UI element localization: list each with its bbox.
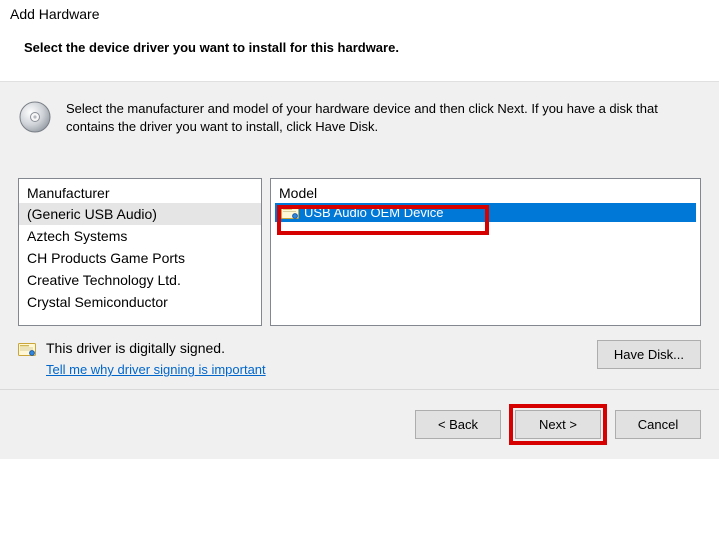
header-section: Select the device driver you want to ins… (0, 26, 719, 81)
model-list[interactable]: Model USB Audio OEM Device (270, 178, 701, 326)
manufacturer-item[interactable]: (Generic USB Audio) (19, 203, 261, 225)
manufacturer-item[interactable]: Aztech Systems (19, 225, 261, 247)
highlight-box-next: Next > (509, 404, 607, 445)
cancel-button[interactable]: Cancel (615, 410, 701, 439)
signed-row: This driver is digitally signed. Tell me… (18, 340, 701, 377)
have-disk-button[interactable]: Have Disk... (597, 340, 701, 369)
page-heading: Select the device driver you want to ins… (24, 40, 695, 55)
signed-status-text: This driver is digitally signed. (46, 340, 266, 356)
signing-info-link[interactable]: Tell me why driver signing is important (46, 362, 266, 377)
model-item[interactable]: USB Audio OEM Device (275, 203, 696, 222)
manufacturer-item[interactable]: CH Products Game Ports (19, 247, 261, 269)
next-button[interactable]: Next > (515, 410, 601, 439)
disc-icon (18, 100, 52, 134)
manufacturer-header: Manufacturer (19, 179, 261, 203)
manufacturer-item[interactable]: Creative Technology Ltd. (19, 269, 261, 291)
manufacturer-list[interactable]: Manufacturer (Generic USB Audio)Aztech S… (18, 178, 262, 326)
model-item-label: USB Audio OEM Device (304, 205, 443, 220)
certificate-icon (281, 206, 299, 220)
certificate-icon (18, 343, 36, 357)
wizard-footer: < Back Next > Cancel (0, 389, 719, 459)
manufacturer-item[interactable]: Crystal Semiconductor (19, 291, 261, 313)
lists-row: Manufacturer (Generic USB Audio)Aztech S… (18, 178, 701, 326)
info-row: Select the manufacturer and model of you… (18, 100, 701, 136)
content-panel: Select the manufacturer and model of you… (0, 81, 719, 389)
model-header: Model (271, 179, 700, 203)
back-button[interactable]: < Back (415, 410, 501, 439)
info-text: Select the manufacturer and model of you… (66, 100, 701, 136)
window-title: Add Hardware (0, 0, 719, 26)
